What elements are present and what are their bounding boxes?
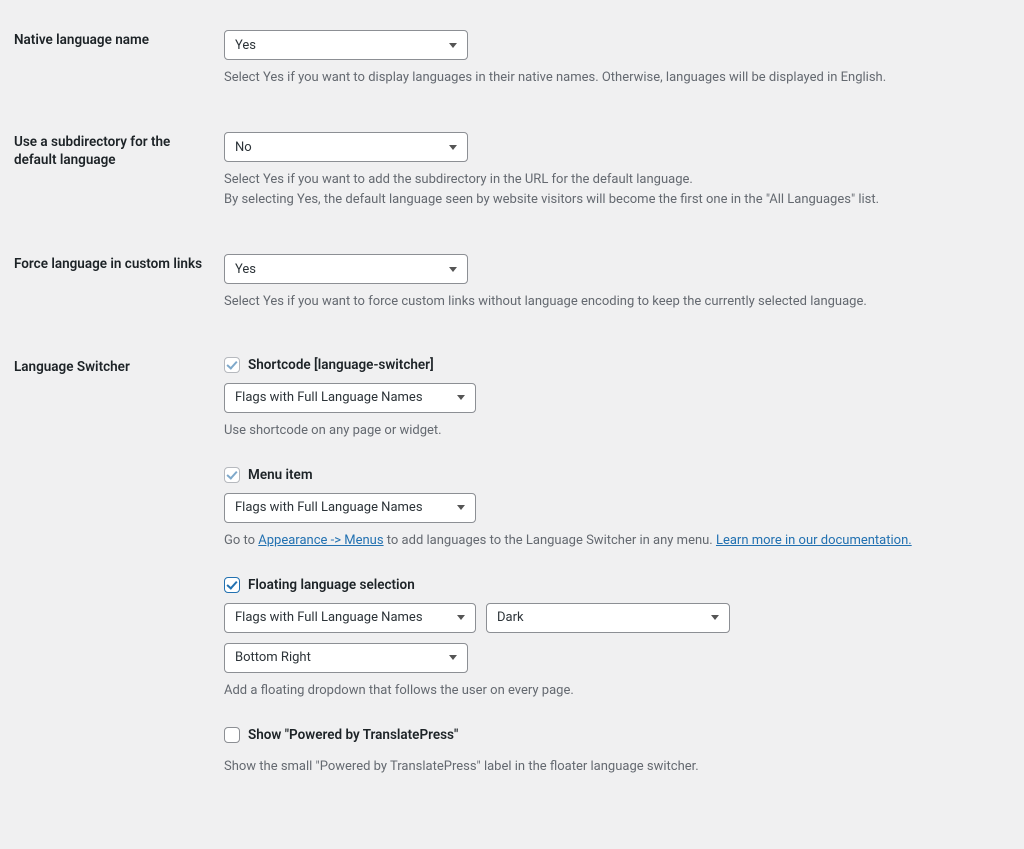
desc-line: By selecting Yes, the default language s…: [224, 192, 879, 207]
select-floating-style[interactable]: Flags with Full Language Names: [224, 603, 476, 633]
desc-text: to add languages to the Language Switche…: [384, 533, 716, 548]
settings-table: Native language name Yes Select Yes if y…: [14, 18, 982, 809]
desc-text: Go to: [224, 533, 258, 548]
checkbox-powered-by[interactable]: Show "Powered by TranslatePress": [224, 727, 458, 743]
label-native-language: Native language name: [14, 18, 224, 120]
section-floating: Floating language selection Flags with F…: [224, 577, 972, 701]
checkbox-label: Show "Powered by TranslatePress": [248, 727, 458, 743]
desc-line: Select Yes if you want to add the subdir…: [224, 172, 693, 187]
select-value: Yes: [235, 38, 256, 53]
section-menu-item: Menu item Flags with Full Language Names…: [224, 467, 972, 551]
select-floating-theme[interactable]: Dark: [486, 603, 730, 633]
chevron-down-icon: [457, 505, 465, 510]
select-menu-style[interactable]: Flags with Full Language Names: [224, 493, 476, 523]
label-force-language: Force language in custom links: [14, 242, 224, 344]
row-force-language: Force language in custom links Yes Selec…: [14, 242, 982, 344]
chevron-down-icon: [449, 43, 457, 48]
chevron-down-icon: [449, 267, 457, 272]
select-subdirectory[interactable]: No: [224, 132, 468, 162]
chevron-down-icon: [457, 615, 465, 620]
checkbox-icon: [224, 467, 240, 483]
row-native-language: Native language name Yes Select Yes if y…: [14, 18, 982, 120]
settings-form: Native language name Yes Select Yes if y…: [0, 0, 996, 849]
desc-floating: Add a floating dropdown that follows the…: [224, 681, 972, 701]
row-subdirectory: Use a subdirectory for the default langu…: [14, 120, 982, 242]
desc-subdirectory: Select Yes if you want to add the subdir…: [224, 170, 972, 210]
select-value: Flags with Full Language Names: [235, 390, 423, 405]
chevron-down-icon: [711, 615, 719, 620]
select-native-language[interactable]: Yes: [224, 30, 468, 60]
checkbox-label: Floating language selection: [248, 577, 415, 593]
checkbox-icon: [224, 727, 240, 743]
checkbox-icon: [224, 577, 240, 593]
select-shortcode-style[interactable]: Flags with Full Language Names: [224, 383, 476, 413]
select-value: No: [235, 140, 252, 155]
desc-shortcode: Use shortcode on any page or widget.: [224, 421, 972, 441]
label-subdirectory: Use a subdirectory for the default langu…: [14, 120, 224, 242]
checkbox-shortcode[interactable]: Shortcode [language-switcher]: [224, 357, 434, 373]
select-value: Dark: [497, 610, 524, 625]
chevron-down-icon: [457, 395, 465, 400]
cell-language-switcher: Shortcode [language-switcher] Flags with…: [224, 345, 982, 810]
desc-powered-by: Show the small "Powered by TranslatePres…: [224, 757, 972, 777]
cell-native-language: Yes Select Yes if you want to display la…: [224, 18, 982, 120]
checkbox-label: Shortcode [language-switcher]: [248, 357, 434, 373]
checkbox-label: Menu item: [248, 467, 313, 483]
select-value: Flags with Full Language Names: [235, 610, 423, 625]
checkbox-icon: [224, 357, 240, 373]
section-powered-by: Show "Powered by TranslatePress" Show th…: [224, 727, 972, 777]
cell-force-language: Yes Select Yes if you want to force cust…: [224, 242, 982, 344]
row-language-switcher: Language Switcher Shortcode [language-sw…: [14, 345, 982, 810]
chevron-down-icon: [449, 145, 457, 150]
desc-menu-item: Go to Appearance -> Menus to add languag…: [224, 531, 972, 551]
link-appearance-menus[interactable]: Appearance -> Menus: [258, 533, 383, 548]
checkbox-floating[interactable]: Floating language selection: [224, 577, 415, 593]
desc-force-language: Select Yes if you want to force custom l…: [224, 292, 972, 312]
select-value: Yes: [235, 262, 256, 277]
select-floating-position[interactable]: Bottom Right: [224, 643, 468, 673]
link-learn-more-docs[interactable]: Learn more in our documentation.: [716, 533, 912, 548]
desc-native-language: Select Yes if you want to display langua…: [224, 68, 972, 88]
label-language-switcher: Language Switcher: [14, 345, 224, 810]
select-value: Flags with Full Language Names: [235, 500, 423, 515]
select-force-language[interactable]: Yes: [224, 254, 468, 284]
select-value: Bottom Right: [235, 650, 311, 665]
chevron-down-icon: [449, 655, 457, 660]
section-shortcode: Shortcode [language-switcher] Flags with…: [224, 357, 972, 441]
checkbox-menu-item[interactable]: Menu item: [224, 467, 313, 483]
cell-subdirectory: No Select Yes if you want to add the sub…: [224, 120, 982, 242]
